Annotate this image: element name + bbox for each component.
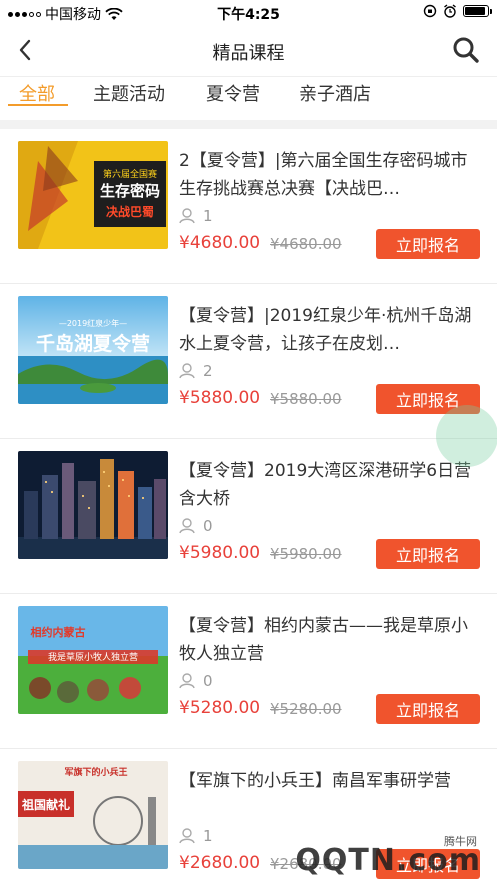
thumb-text: 相约内蒙古 — [31, 625, 86, 639]
site-watermark: 腾牛网 QQTN.com — [295, 829, 493, 881]
enrollment-count: 1 — [179, 207, 213, 225]
course-item[interactable]: —2019红泉少年— 千岛湖夏令营 【夏令营】|2019红泉少年·杭州千岛湖水上… — [0, 284, 497, 439]
current-price: ¥5880.00 — [179, 388, 261, 408]
tab-family-hotel[interactable]: 亲子酒店 — [299, 80, 371, 106]
original-price: ¥5980.00 — [270, 545, 342, 563]
person-icon — [179, 828, 195, 844]
current-price: ¥5280.00 — [179, 698, 261, 718]
course-title[interactable]: 【夏令营】2019大湾区深港研学6日营含大桥 — [179, 457, 479, 513]
nav-header: 精品课程 — [0, 26, 497, 76]
course-thumbnail[interactable]: 军旗下的小兵王 祖国献礼 — [18, 761, 168, 869]
thumb-text: 第六届全国赛 — [103, 168, 157, 180]
enroll-button[interactable]: 立即报名 — [376, 694, 480, 724]
thumb-text: 千岛湖夏令营 — [36, 332, 150, 355]
current-price: ¥2680.00 — [179, 853, 261, 873]
enrollment-count: 0 — [179, 672, 213, 690]
enrolled-number: 2 — [203, 362, 213, 380]
person-icon — [179, 208, 195, 224]
course-item[interactable]: 第六届全国赛 生存密码 决战巴蜀 2【夏令营】|第六届全国生存密码城市生存挑战赛… — [0, 129, 497, 284]
thumb-text: 决战巴蜀 — [106, 204, 154, 219]
enrollment-count: 0 — [179, 517, 213, 535]
course-thumbnail[interactable]: 相约内蒙古 我是草原小牧人独立营 — [18, 606, 168, 714]
course-title[interactable]: 【夏令营】|2019红泉少年·杭州千岛湖水上夏令营，让孩子在皮划… — [179, 302, 479, 358]
person-icon — [179, 363, 195, 379]
course-item[interactable]: 相约内蒙古 我是草原小牧人独立营 【夏令营】相约内蒙古——我是草原小牧人独立营 … — [0, 594, 497, 749]
thumb-text: 祖国献礼 — [21, 797, 70, 812]
status-bar: 中国移动 下午4:25 — [0, 0, 497, 26]
course-title[interactable]: 2【夏令营】|第六届全国生存密码城市生存挑战赛总决赛【决战巴… — [179, 147, 479, 203]
enrolled-number: 0 — [203, 517, 213, 535]
enrollment-count: 2 — [179, 362, 213, 380]
tab-theme-activities[interactable]: 主题活动 — [93, 80, 165, 106]
alarm-icon — [444, 4, 456, 18]
thumb-text: —2019红泉少年— — [59, 318, 127, 328]
thumb-text: 军旗下的小兵王 — [64, 766, 127, 778]
thumb-text: 我是草原小牧人独立营 — [48, 651, 138, 663]
original-price: ¥4680.00 — [270, 235, 342, 253]
course-thumbnail[interactable] — [18, 451, 168, 559]
tab-summer-camp[interactable]: 夏令营 — [206, 80, 260, 106]
original-price: ¥5880.00 — [270, 390, 342, 408]
battery-level — [465, 7, 485, 15]
person-icon — [179, 518, 195, 534]
thumb-text: 生存密码 — [100, 182, 160, 200]
enrolled-number: 1 — [203, 827, 213, 845]
enroll-button[interactable]: 立即报名 — [376, 539, 480, 569]
rotation-lock-icon — [423, 4, 437, 18]
enrolled-number: 1 — [203, 207, 213, 225]
section-divider — [0, 120, 497, 129]
enroll-button[interactable]: 立即报名 — [376, 229, 480, 259]
floating-touch-button[interactable] — [436, 405, 497, 467]
current-price: ¥4680.00 — [179, 233, 261, 253]
course-list-screen: 中国移动 下午4:25 精品课程 全部 主题活动 夏令营 亲子酒店 第六届全国赛… — [0, 0, 497, 883]
course-title[interactable]: 【夏令营】相约内蒙古——我是草原小牧人独立营 — [179, 612, 479, 668]
course-thumbnail[interactable]: 第六届全国赛 生存密码 决战巴蜀 — [18, 141, 168, 249]
battery-icon — [463, 5, 492, 17]
page-title: 精品课程 — [212, 43, 285, 64]
enrollment-count: 1 — [179, 827, 213, 845]
course-thumbnail[interactable]: —2019红泉少年— 千岛湖夏令营 — [18, 296, 168, 404]
person-icon — [179, 673, 195, 689]
active-tab-indicator — [8, 104, 68, 106]
status-right — [423, 4, 492, 18]
tab-all[interactable]: 全部 — [19, 80, 55, 106]
enrolled-number: 0 — [203, 672, 213, 690]
watermark-logo-text: QQTN.com — [295, 843, 481, 878]
current-price: ¥5980.00 — [179, 543, 261, 563]
search-icon[interactable] — [451, 35, 481, 65]
category-tabs: 全部 主题活动 夏令营 亲子酒店 — [0, 76, 497, 120]
original-price: ¥5280.00 — [270, 700, 342, 718]
course-title[interactable]: 【军旗下的小兵王】南昌军事研学营 — [179, 767, 479, 795]
course-item[interactable]: 【夏令营】2019大湾区深港研学6日营含大桥 0 ¥5980.00 ¥5980.… — [0, 439, 497, 594]
